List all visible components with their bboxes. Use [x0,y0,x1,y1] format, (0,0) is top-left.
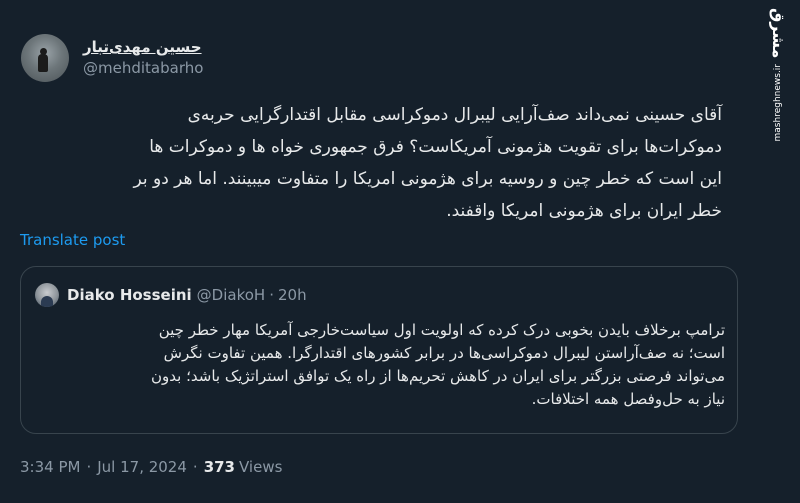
watermark: مشرق mashreghnews.ir [764,8,792,142]
views-label: Views [239,458,283,476]
watermark-url: mashreghnews.ir [773,64,783,142]
quoted-separator-dot: · [269,286,274,304]
quoted-timestamp[interactable]: 20h [278,285,307,305]
views-count: 373 [203,458,235,476]
post-time[interactable]: 3:34 PM [20,457,80,477]
avatar[interactable] [21,34,69,82]
quoted-display-name[interactable]: Diako Hosseini [67,285,192,305]
meta-separator-dot: · [192,458,198,476]
author-names: حسین مهدی‌تبار @mehditabarho [83,37,203,79]
tweet-screenshot: مشرق mashreghnews.ir حسین مهدی‌تبار @meh… [0,0,800,503]
quoted-tweet-text: ترامپ برخلاف بایدن بخوبی درک کرده که اول… [151,321,725,408]
meta-separator-dot: · [86,458,92,476]
quoted-handle[interactable]: @DiakoH [197,285,266,305]
watermark-logo: مشرق [769,8,788,59]
quoted-tweet[interactable]: Diako Hosseini @DiakoH · 20h ترامپ برخلا… [20,266,738,434]
translate-post-link[interactable]: Translate post [20,230,125,250]
quoted-tweet-header: Diako Hosseini @DiakoH · 20h [35,283,307,307]
avatar-figure-body [38,54,48,72]
author-display-name[interactable]: حسین مهدی‌تبار [83,37,203,57]
author-handle[interactable]: @mehditabarho [83,57,203,79]
tweet-meta: 3:34 PM · Jul 17, 2024 · 373 Views [20,457,282,477]
quoted-avatar[interactable] [35,283,59,307]
tweet-header: حسین مهدی‌تبار @mehditabarho [21,33,203,83]
post-date[interactable]: Jul 17, 2024 [97,457,187,477]
tweet-text: آقای حسینی نمی‌داند صف‌آرایی لیبرال دموک… [133,105,722,221]
